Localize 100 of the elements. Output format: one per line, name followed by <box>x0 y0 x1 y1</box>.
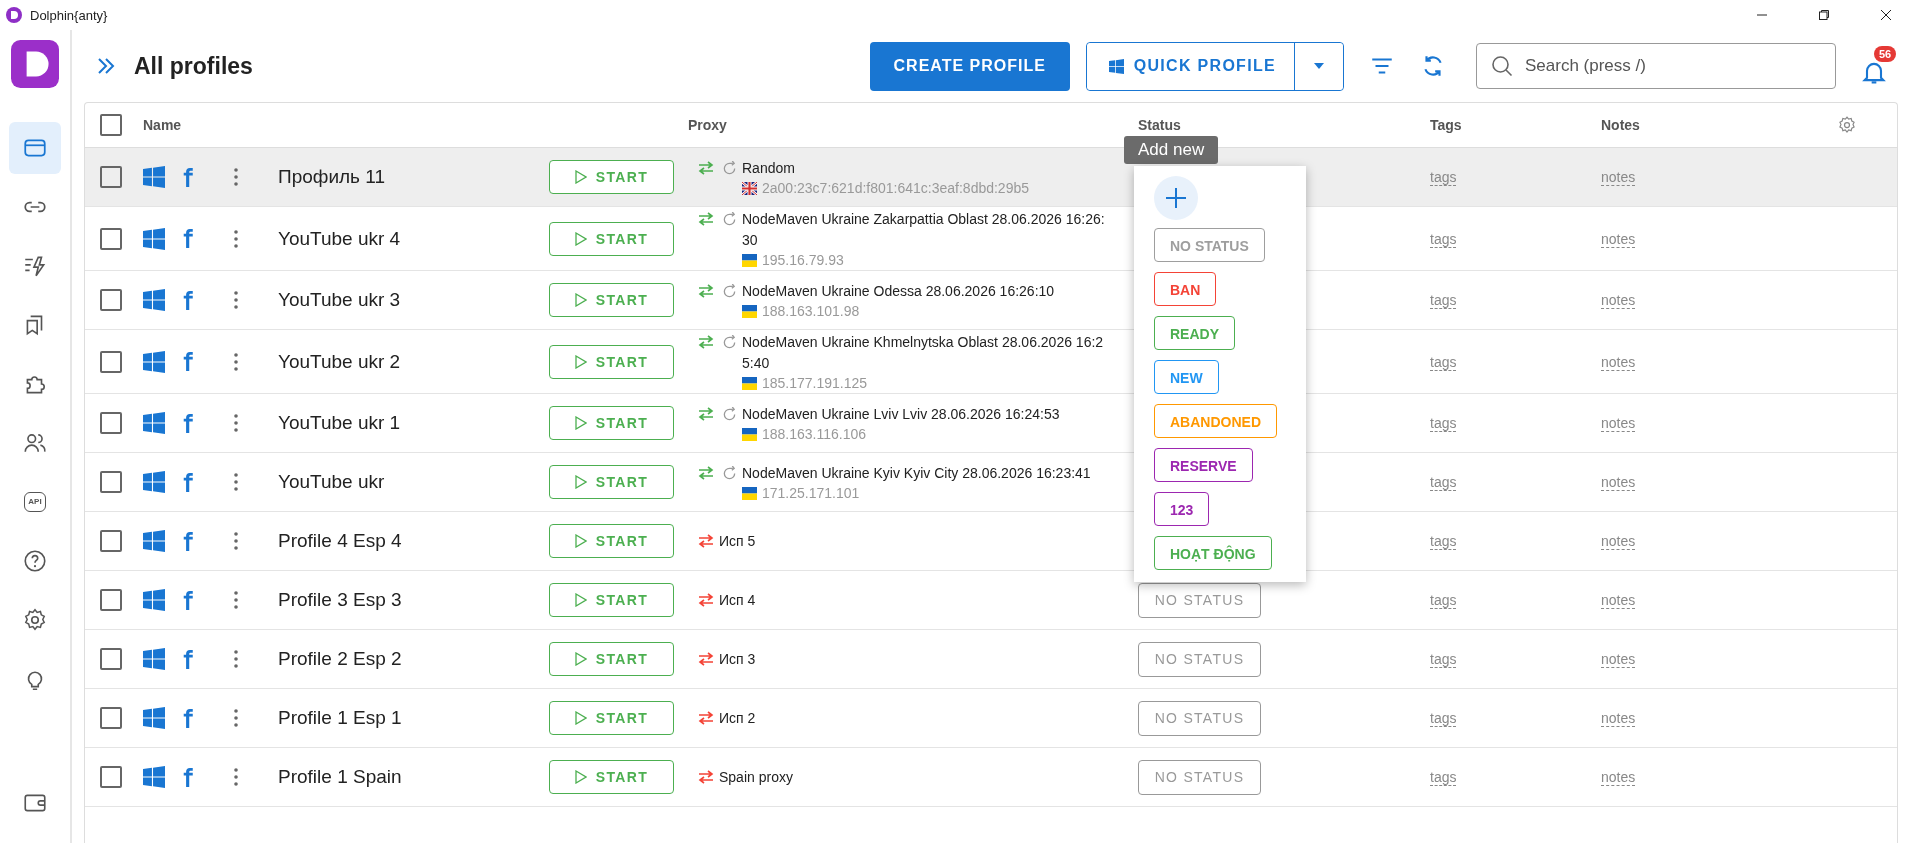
row-checkbox[interactable] <box>100 289 122 311</box>
start-button[interactable]: START <box>549 283 674 317</box>
start-button[interactable]: START <box>549 160 674 194</box>
tags-link[interactable]: tags <box>1430 651 1457 668</box>
status-chip[interactable]: NO STATUS <box>1138 641 1261 677</box>
start-button[interactable]: START <box>549 701 674 735</box>
status-option[interactable]: READY <box>1154 316 1235 350</box>
status-chip[interactable]: NO STATUS <box>1138 700 1261 736</box>
play-icon <box>574 231 587 246</box>
more-options-icon[interactable] <box>234 473 238 491</box>
browser-f-icon <box>182 167 194 187</box>
status-option[interactable]: NEW <box>1154 360 1219 394</box>
notes-link[interactable]: notes <box>1601 769 1636 786</box>
windows-icon <box>143 289 165 311</box>
rotate-icon[interactable] <box>722 335 737 350</box>
windows-icon <box>143 227 165 250</box>
help-icon <box>22 548 48 574</box>
play-icon <box>574 170 587 184</box>
start-button[interactable]: START <box>549 465 674 499</box>
notes-link[interactable]: notes <box>1601 353 1636 371</box>
notes-link[interactable]: notes <box>1601 592 1636 609</box>
play-icon <box>574 534 587 548</box>
sidebar-nav-button[interactable] <box>9 122 61 174</box>
tags-link[interactable]: tags <box>1430 769 1457 786</box>
more-options-icon[interactable] <box>234 591 238 609</box>
row-checkbox[interactable] <box>100 766 122 788</box>
row-checkbox[interactable] <box>100 530 122 552</box>
row-checkbox[interactable] <box>100 589 122 611</box>
create-profile-button[interactable]: CREATE PROFILE <box>869 41 1070 91</box>
row-checkbox[interactable] <box>100 648 122 670</box>
windows-icon <box>143 471 165 493</box>
rotate-icon[interactable] <box>722 466 737 481</box>
settings-icon <box>22 607 48 633</box>
rotate-icon[interactable] <box>722 407 737 422</box>
start-button[interactable]: START <box>549 642 674 676</box>
status-option[interactable]: ABANDONED <box>1154 404 1277 438</box>
notes-link[interactable]: notes <box>1601 651 1636 668</box>
notes-link[interactable]: notes <box>1601 710 1636 727</box>
sidebar-nav-button[interactable]: API <box>9 476 61 528</box>
tags-link[interactable]: tags <box>1430 353 1457 371</box>
status-option[interactable]: RESERVE <box>1154 448 1253 482</box>
notes-link[interactable]: notes <box>1601 533 1636 550</box>
more-options-icon[interactable] <box>234 768 238 786</box>
more-options-icon[interactable] <box>234 650 238 668</box>
rotate-icon[interactable] <box>722 212 737 227</box>
status-chip[interactable]: NO STATUS <box>1138 759 1261 795</box>
browser-f-icon <box>182 649 194 669</box>
select-all-checkbox[interactable] <box>100 114 122 136</box>
tags-link[interactable]: tags <box>1430 533 1457 550</box>
add-status-button[interactable] <box>1154 176 1198 220</box>
profile-name: YouTube ukr 4 <box>277 227 402 250</box>
row-checkbox[interactable] <box>100 471 122 493</box>
status-option[interactable]: 123 <box>1154 492 1210 526</box>
status-option[interactable]: HOẠT ĐỘNG <box>1154 536 1272 570</box>
row-checkbox[interactable] <box>100 166 122 188</box>
flag-icon <box>742 376 757 390</box>
more-options-icon[interactable] <box>234 352 238 371</box>
start-button[interactable]: START <box>549 344 674 379</box>
profile-name: YouTube ukr 1 <box>277 412 402 434</box>
status-chip[interactable]: NO STATUS <box>1138 582 1261 618</box>
restore-icon[interactable] <box>1818 9 1830 21</box>
start-button[interactable]: START <box>549 406 674 440</box>
tags-link[interactable]: tags <box>1430 292 1457 309</box>
search-icon <box>1490 54 1514 78</box>
row-checkbox[interactable] <box>100 707 122 729</box>
close-icon[interactable] <box>1880 9 1892 21</box>
row-checkbox[interactable] <box>100 350 122 373</box>
flag-icon <box>742 181 757 195</box>
browser-f-icon <box>182 352 194 371</box>
tags-link[interactable]: tags <box>1430 474 1457 491</box>
start-button[interactable]: START <box>549 760 674 794</box>
start-button[interactable]: START <box>549 583 674 617</box>
status-option[interactable]: NO STATUS <box>1154 228 1265 262</box>
start-button[interactable]: START <box>549 524 674 558</box>
tags-link[interactable]: tags <box>1430 592 1457 609</box>
more-options-icon[interactable] <box>234 168 238 186</box>
proxy-name: Исп 5 <box>719 531 757 551</box>
more-options-icon[interactable] <box>234 291 238 309</box>
more-options-icon[interactable] <box>234 229 238 248</box>
notes-link[interactable]: notes <box>1601 169 1636 186</box>
status-option[interactable]: BAN <box>1154 272 1217 306</box>
tags-link[interactable]: tags <box>1430 415 1457 432</box>
start-button[interactable]: START <box>549 221 674 256</box>
quick-profile-button[interactable]: QUICK PROFILE <box>1086 42 1295 90</box>
rotate-icon[interactable] <box>722 284 737 299</box>
notes-link[interactable]: notes <box>1601 415 1636 432</box>
settings-icon[interactable] <box>1837 115 1857 135</box>
browser-f-icon <box>182 531 194 551</box>
tags-link[interactable]: tags <box>1430 169 1457 186</box>
row-checkbox[interactable] <box>100 227 122 250</box>
more-options-icon[interactable] <box>234 414 238 432</box>
notes-link[interactable]: notes <box>1601 474 1636 491</box>
more-options-icon[interactable] <box>234 709 238 727</box>
notes-link[interactable]: notes <box>1601 230 1636 248</box>
tags-link[interactable]: tags <box>1430 230 1457 248</box>
row-checkbox[interactable] <box>100 412 122 434</box>
notes-link[interactable]: notes <box>1601 292 1636 309</box>
more-options-icon[interactable] <box>234 532 238 550</box>
search-field[interactable]: Search (press /) <box>1476 43 1836 89</box>
tags-link[interactable]: tags <box>1430 710 1457 727</box>
